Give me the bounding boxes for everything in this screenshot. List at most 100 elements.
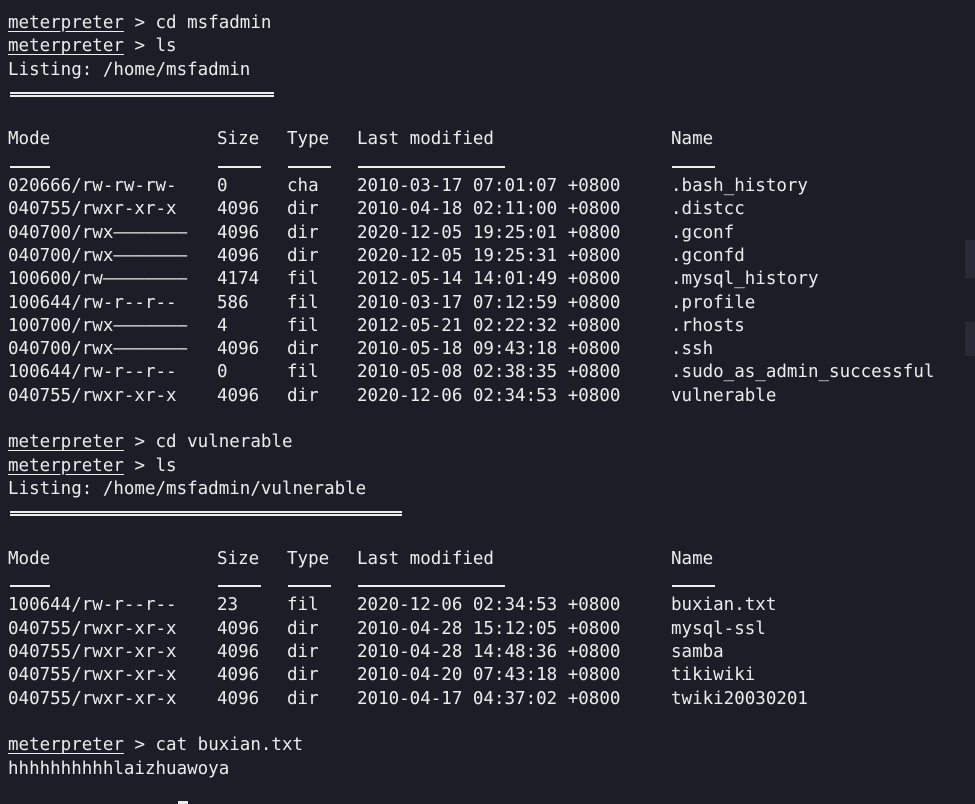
cell-mode: 040755/rwxr-xr-x <box>8 385 177 406</box>
cell-type: fil <box>287 315 319 336</box>
cell-size: 586 <box>217 292 249 313</box>
cell-type: fil <box>287 269 319 290</box>
scrollbar-fragment <box>965 240 975 278</box>
header-modified: Last modified <box>357 129 494 150</box>
cell-name: twiki20030201 <box>671 688 808 709</box>
table-row: 100644/rw-r--r-- 23 fil 2020-12-06 02:34:53… <box>8 594 975 617</box>
cell-size: 4096 <box>217 222 260 243</box>
title-underline <box>8 501 975 524</box>
cell-type: dir <box>287 199 319 220</box>
cell-size: 4096 <box>217 618 260 639</box>
cell-name: samba <box>671 642 724 663</box>
header-size: Size <box>217 129 260 150</box>
cell-mode: 100644/rw-r--r-- <box>8 595 177 616</box>
cell-name: .sudo_as_admin_successful <box>671 362 935 383</box>
cell-type: dir <box>287 665 319 686</box>
cell-mode: 040755/rwxr-xr-x <box>8 665 177 686</box>
cell-modified: 2010-04-17 04:37:02 +0800 <box>357 688 621 709</box>
header-name: Name <box>671 129 714 150</box>
cell-type: fil <box>287 362 319 383</box>
cell-name: vulnerable <box>671 385 777 406</box>
cell-type: dir <box>287 385 319 406</box>
cell-type: fil <box>287 292 319 313</box>
listing-title: Listing: /home/msfadmin/vulnerable <box>8 478 367 499</box>
command-line: meterpreter > ls <box>8 455 975 478</box>
cell-mode: 040755/rwxr-xr-x <box>8 199 177 220</box>
cell-name: buxian.txt <box>671 595 777 616</box>
cell-mode: 040755/rwxr-xr-x <box>8 688 177 709</box>
cell-type: dir <box>287 688 319 709</box>
table-header: Mode Size Type Last modified Name <box>8 128 975 151</box>
cell-size: 4096 <box>217 339 260 360</box>
command-line: meterpreter > cd msfadmin <box>8 12 975 35</box>
header-name: Name <box>671 548 714 569</box>
cell-mode: 040700/rwx——————— <box>8 245 188 266</box>
cell-mode: 040700/rwx——————— <box>8 222 188 243</box>
cell-modified: 2010-05-08 02:38:35 +0800 <box>357 362 621 383</box>
header-mode: Mode <box>8 129 51 150</box>
cell-name: .profile <box>671 292 756 313</box>
cell-name: .ssh <box>671 339 714 360</box>
cell-size: 0 <box>217 176 228 197</box>
cell-size: 4174 <box>217 269 260 290</box>
command-line: meterpreter > cat buxian.txt <box>8 734 975 757</box>
cell-size: 4 <box>217 315 228 336</box>
cell-type: cha <box>287 176 319 197</box>
cell-modified: 2010-04-28 14:48:36 +0800 <box>357 642 621 663</box>
table-row: 040755/rwxr-xr-x 4096 dir 2010-04-28 15:12:… <box>8 618 975 641</box>
cell-modified: 2020-12-05 19:25:31 +0800 <box>357 245 621 266</box>
header-type: Type <box>287 548 330 569</box>
cell-name: .gconfd <box>671 245 745 266</box>
header-size: Size <box>217 548 260 569</box>
cell-name: .bash_history <box>671 176 808 197</box>
cell-modified: 2012-05-14 14:01:49 +0800 <box>357 269 621 290</box>
cell-modified: 2010-04-28 15:12:05 +0800 <box>357 618 621 639</box>
cell-name: .distcc <box>671 199 745 220</box>
cell-size: 23 <box>217 595 239 616</box>
cell-modified: 2010-04-18 02:11:00 +0800 <box>357 199 621 220</box>
table-row: 040755/rwxr-xr-x 4096 dir 2010-04-28 14:48:… <box>8 641 975 664</box>
cell-modified: 2020-12-06 02:34:53 +0800 <box>357 595 621 616</box>
table-row: 100644/rw-r--r-- 586 fil 2010-03-17 07:12:5… <box>8 292 975 315</box>
cell-type: dir <box>287 618 319 639</box>
header-modified: Last modified <box>357 548 494 569</box>
cell-name: mysql-ssl <box>671 618 766 639</box>
cell-mode: 040755/rwxr-xr-x <box>8 642 177 663</box>
cell-mode: 040755/rwxr-xr-x <box>8 618 177 639</box>
cell-size: 4096 <box>217 199 260 220</box>
cell-size: 4096 <box>217 688 260 709</box>
cell-modified: 2010-03-17 07:12:59 +0800 <box>357 292 621 313</box>
table-row: 040700/rwx——————— 4096 dir 2020-12-05 19:25… <box>8 222 975 245</box>
prompt: meterpreter <box>8 735 124 756</box>
listing-table: 020666/rw-rw-rw- 0 cha 2010-03-17 07:01:07 … <box>8 175 975 408</box>
scrollbar-fragment <box>965 322 975 356</box>
cell-size: 0 <box>217 362 228 383</box>
terminal-output: meterpreter > cd msfadmin meterpreter > … <box>8 12 975 804</box>
command-text: > cd vulnerable <box>123 432 293 453</box>
title-underline <box>8 82 975 105</box>
command-line: meterpreter > ls <box>8 35 975 58</box>
prompt: meterpreter <box>8 36 124 57</box>
header-underline <box>8 571 975 594</box>
cell-mode: 100600/rw———————— <box>8 269 188 290</box>
command-text: > ls <box>123 36 177 57</box>
prompt: meterpreter <box>8 432 124 453</box>
cat-output: hhhhhhhhhhlaizhuawoya <box>8 758 230 779</box>
cell-name: .gconf <box>671 222 735 243</box>
command-text: > ls <box>123 455 177 476</box>
input-line[interactable] <box>8 781 975 804</box>
table-header: Mode Size Type Last modified Name <box>8 548 975 571</box>
cell-modified: 2020-12-06 02:34:53 +0800 <box>357 385 621 406</box>
header-mode: Mode <box>8 548 51 569</box>
cell-modified: 2010-04-20 07:43:18 +0800 <box>357 665 621 686</box>
table-row: 040755/rwxr-xr-x 4096 dir 2020-12-06 02:34:… <box>8 385 975 408</box>
cell-name: .rhosts <box>671 315 745 336</box>
cell-type: dir <box>287 339 319 360</box>
cell-mode: 040700/rwx——————— <box>8 339 188 360</box>
cell-type: dir <box>287 245 319 266</box>
cell-size: 4096 <box>217 385 260 406</box>
cell-name: tikiwiki <box>671 665 756 686</box>
cell-size: 4096 <box>217 665 260 686</box>
table-row: 040755/rwxr-xr-x 4096 dir 2010-04-20 07:43:… <box>8 664 975 687</box>
cell-modified: 2010-03-17 07:01:07 +0800 <box>357 176 621 197</box>
